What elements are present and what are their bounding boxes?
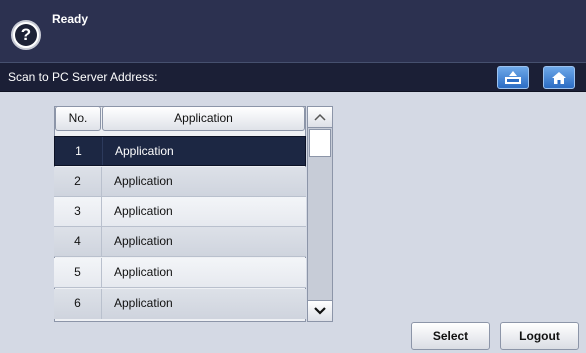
column-header-application[interactable]: Application bbox=[102, 106, 305, 131]
help-icon[interactable]: ? bbox=[11, 20, 41, 50]
chevron-down-icon bbox=[314, 307, 326, 315]
scroll-down-button[interactable] bbox=[307, 300, 333, 322]
row-number: 3 bbox=[54, 197, 102, 226]
table-row[interactable]: 3 Application bbox=[54, 197, 306, 227]
table-row[interactable]: 2 Application bbox=[54, 167, 306, 197]
upload-tray-icon bbox=[505, 70, 521, 84]
column-header-no[interactable]: No. bbox=[55, 106, 101, 131]
table-row[interactable]: 5 Application bbox=[54, 258, 306, 288]
row-application: Application bbox=[114, 204, 173, 218]
scroll-thumb[interactable] bbox=[309, 129, 331, 157]
row-application: Application bbox=[114, 234, 173, 248]
status-bar: ? Ready bbox=[0, 0, 586, 62]
logout-button[interactable]: Logout bbox=[500, 322, 579, 350]
upload-tray-button[interactable] bbox=[497, 66, 529, 89]
chevron-up-icon bbox=[314, 113, 326, 121]
home-button[interactable] bbox=[543, 66, 575, 89]
home-icon bbox=[552, 71, 566, 84]
row-application: Application bbox=[115, 144, 174, 158]
title-bar: Scan to PC Server Address: bbox=[0, 62, 586, 92]
row-application: Application bbox=[114, 174, 173, 188]
row-number: 1 bbox=[55, 137, 103, 165]
table-row[interactable]: 4 Application bbox=[54, 227, 306, 257]
row-application: Application bbox=[114, 296, 173, 310]
row-number: 4 bbox=[54, 227, 102, 256]
status-text: Ready bbox=[52, 12, 89, 26]
row-application: Application bbox=[114, 265, 173, 279]
row-number: 2 bbox=[54, 167, 102, 196]
scroll-up-button[interactable] bbox=[307, 106, 333, 128]
table-row[interactable]: 6 Application bbox=[54, 289, 306, 319]
row-number: 6 bbox=[54, 289, 102, 319]
select-button[interactable]: Select bbox=[411, 322, 490, 350]
row-number: 5 bbox=[54, 258, 102, 287]
table-row[interactable]: 1 Application bbox=[54, 136, 306, 166]
page-title: Scan to PC Server Address: bbox=[8, 70, 158, 84]
